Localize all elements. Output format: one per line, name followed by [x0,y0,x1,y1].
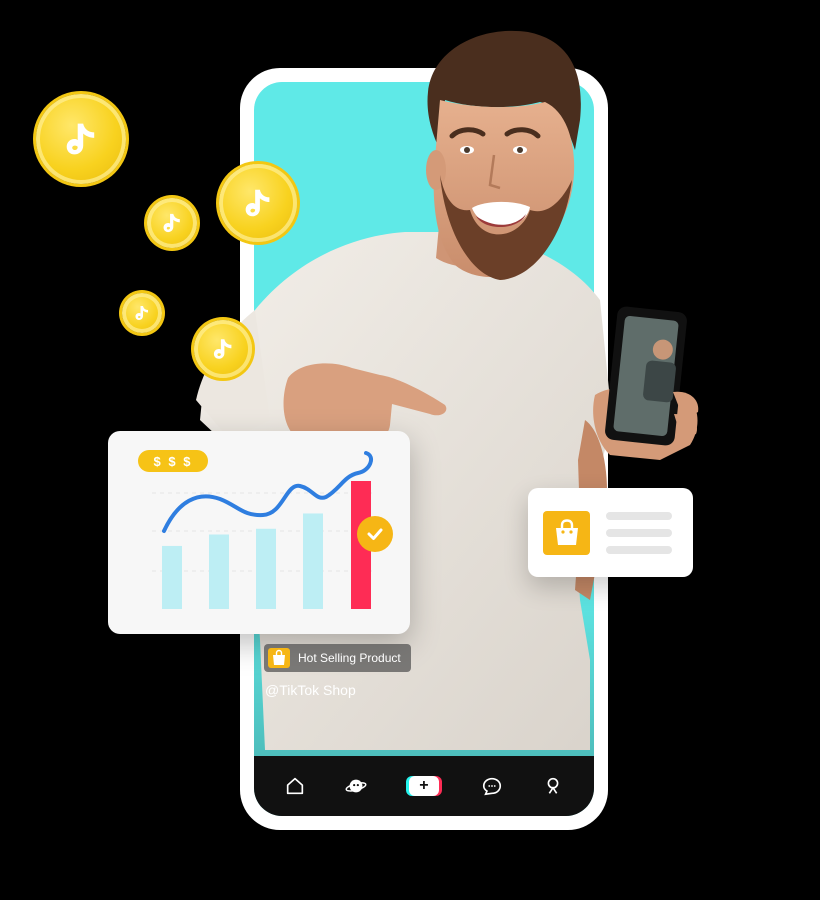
chart-bar [256,528,276,609]
sales-chart-card: $ $ $ [108,431,410,634]
tiktok-coin-icon [36,94,126,184]
product-text-line [606,512,672,520]
discover-icon[interactable] [345,775,367,797]
hot-selling-product-tag[interactable]: Hot Selling Product [264,644,411,672]
chart-bar [303,513,323,609]
bottom-nav: + [254,756,594,816]
shopping-bag-icon [268,648,290,668]
shopping-bag-icon [543,511,590,555]
create-icon[interactable]: + [406,775,442,797]
product-text-line [606,546,672,554]
creator-handle[interactable]: @TikTok Shop [265,682,356,698]
caption-line-2 [265,725,381,733]
product-text-line [606,529,672,537]
trend-line [162,451,374,533]
inbox-icon[interactable] [481,775,503,797]
tiktok-coin-icon [122,293,162,333]
shop-product-card[interactable] [528,488,693,577]
home-icon[interactable] [284,775,306,797]
tiktok-coin-icon [194,320,252,378]
caption-line-1 [265,709,501,717]
share-icon[interactable] [546,637,576,661]
profile-icon[interactable] [542,775,564,797]
chart-bar [162,545,182,609]
check-icon [357,516,393,552]
record-disc-icon[interactable] [544,694,578,728]
chart-bar [209,534,229,609]
product-tag-label: Hot Selling Product [298,651,401,665]
tiktok-coin-icon [219,164,297,242]
tiktok-coin-icon [147,198,197,248]
